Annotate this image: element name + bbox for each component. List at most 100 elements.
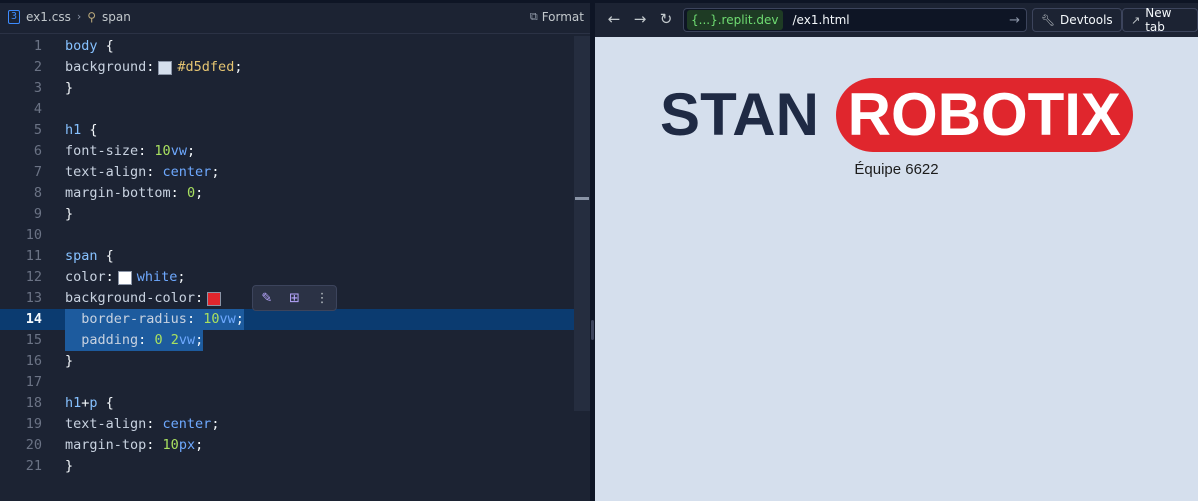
css-value: #d5dfed xyxy=(177,59,235,75)
punctuation: } xyxy=(65,206,74,222)
devtools-button[interactable]: 🔧︎ Devtools xyxy=(1032,8,1122,32)
color-swatch[interactable] xyxy=(117,270,132,285)
breadcrumb-file[interactable]: ex1.css xyxy=(26,10,71,24)
css-selector: body xyxy=(65,38,98,54)
css-value: center xyxy=(162,416,212,432)
code-line[interactable]: 21} xyxy=(0,456,574,477)
code-line[interactable]: 9} xyxy=(0,204,574,225)
browser-toolbar: ← → ↻ {...} .replit.dev /ex1.html → 🔧︎ De… xyxy=(595,0,1198,37)
format-button[interactable]: ⧉ Format xyxy=(530,10,584,24)
go-arrow-icon[interactable]: → xyxy=(1009,13,1020,28)
code-line[interactable]: 6 font-size: 10 vw; xyxy=(0,141,574,162)
css-unit: vw xyxy=(219,311,236,327)
code-area[interactable]: 1 body { 2 background: #d5dfed; 3} 4 5 h1 {… xyxy=(0,36,574,477)
forward-arrow-icon[interactable]: → xyxy=(627,7,653,31)
code-line[interactable]: 19 text-align: center; xyxy=(0,414,574,435)
line-number: 6 xyxy=(33,143,42,159)
css-selector: h1 xyxy=(65,122,82,138)
color-swatch[interactable] xyxy=(207,291,222,306)
code-line[interactable]: 8 margin-bottom: 0; xyxy=(0,183,574,204)
css-selector: h1 xyxy=(65,395,82,411)
breadcrumb: 3 ex1.css › ⚲ span xyxy=(8,9,131,24)
external-link-icon: ↗ xyxy=(1131,13,1141,27)
new-tab-button[interactable]: ↗ New tab xyxy=(1122,6,1198,34)
code-line[interactable]: 2 background: #d5dfed; xyxy=(0,57,574,78)
code-line-active[interactable]: 14 border-radius: 10vw; xyxy=(0,309,574,330)
add-to-chat-icon[interactable]: ⊞ xyxy=(282,291,306,306)
code-line[interactable]: 1 body { xyxy=(0,36,574,57)
code-line[interactable]: 20 margin-top: 10 px; xyxy=(0,435,574,456)
punctuation: { xyxy=(97,395,114,411)
code-line[interactable]: 11 span { xyxy=(0,246,574,267)
css-unit: px xyxy=(178,437,196,453)
css-number: 10 xyxy=(162,437,179,453)
css-unit: vw xyxy=(178,332,196,348)
code-line[interactable]: 3} xyxy=(0,78,574,99)
format-icon: ⧉ xyxy=(529,10,538,23)
css-selector: p xyxy=(89,395,98,411)
css-property: border-radius xyxy=(81,311,187,327)
url-host-badge: {...} .replit.dev xyxy=(687,10,783,30)
css-property: padding xyxy=(81,332,139,348)
line-number: 17 xyxy=(25,374,42,390)
rendered-page: STAN ROBOTIX Équipe 6622 xyxy=(595,37,1198,501)
line-number: 9 xyxy=(33,206,42,222)
css-property: background-color xyxy=(65,290,196,306)
line-number: 20 xyxy=(25,437,42,453)
team-subtitle: Équipe 6622 xyxy=(854,161,939,178)
code-line[interactable]: 7 text-align: center; xyxy=(0,162,574,183)
line-number: 19 xyxy=(25,416,42,432)
heading-badge: ROBOTIX xyxy=(835,78,1133,152)
code-line[interactable]: 15 padding: 0 2vw; xyxy=(0,330,574,351)
css-property: margin-top xyxy=(65,437,147,453)
line-number: 14 xyxy=(25,311,42,327)
line-number: 4 xyxy=(33,101,42,117)
editor-scrollbar[interactable] xyxy=(574,36,590,411)
css-number: 0 xyxy=(154,332,163,348)
punctuation: { xyxy=(97,248,114,264)
new-tab-label: New tab xyxy=(1145,6,1172,34)
breadcrumb-symbol[interactable]: span xyxy=(102,10,131,24)
line-number: 1 xyxy=(33,38,42,54)
punctuation: { xyxy=(81,122,98,138)
css-property: font-size xyxy=(65,143,139,159)
color-swatch[interactable] xyxy=(158,60,173,75)
wrench-icon: 🔧︎ xyxy=(1041,13,1055,27)
code-line[interactable]: 16} xyxy=(0,351,574,372)
css-combinator: + xyxy=(81,395,90,411)
css-property: text-align xyxy=(65,164,147,180)
css-number: 10 xyxy=(154,143,171,159)
css-value: white xyxy=(136,269,178,285)
more-options-icon[interactable]: ⋮ xyxy=(310,291,334,306)
css-property: color xyxy=(65,269,106,285)
editor-breadcrumb-bar: 3 ex1.css › ⚲ span ⧉ Format xyxy=(0,0,590,34)
inline-ai-toolbar: ✎ ⊞ ⋮ xyxy=(252,285,337,311)
pane-resize-handle[interactable] xyxy=(591,320,594,340)
url-path: /ex1.html xyxy=(792,13,850,27)
devtools-label: Devtools xyxy=(1059,13,1113,27)
code-line[interactable]: 17 xyxy=(0,372,574,393)
punctuation: } xyxy=(65,80,74,96)
back-arrow-icon[interactable]: ← xyxy=(601,7,627,31)
line-number: 11 xyxy=(25,248,42,264)
css-property: margin-bottom xyxy=(65,185,171,201)
code-line[interactable]: 4 xyxy=(0,99,574,120)
css-selector: span xyxy=(65,248,98,264)
line-number: 15 xyxy=(25,332,42,348)
reload-icon[interactable]: ↻ xyxy=(653,7,679,31)
code-line[interactable]: 10 xyxy=(0,225,574,246)
code-line[interactable]: 5 h1 { xyxy=(0,120,574,141)
url-bar[interactable]: {...} .replit.dev /ex1.html → xyxy=(683,8,1027,32)
code-line[interactable]: 18 h1 + p { xyxy=(0,393,574,414)
line-number: 2 xyxy=(33,59,42,75)
url-host-prefix: {...} xyxy=(691,13,718,27)
punctuation: } xyxy=(65,458,74,474)
punctuation: } xyxy=(65,353,74,369)
css-property: background xyxy=(65,59,147,75)
webview-pane: ← → ↻ {...} .replit.dev /ex1.html → 🔧︎ De… xyxy=(595,0,1198,501)
css-number: 2 xyxy=(170,332,179,348)
css-number: 10 xyxy=(203,311,220,327)
scrollbar-cursor-marker xyxy=(575,197,589,200)
edit-with-ai-icon[interactable]: ✎ xyxy=(255,291,279,306)
chevron-right-icon: › xyxy=(76,10,82,23)
